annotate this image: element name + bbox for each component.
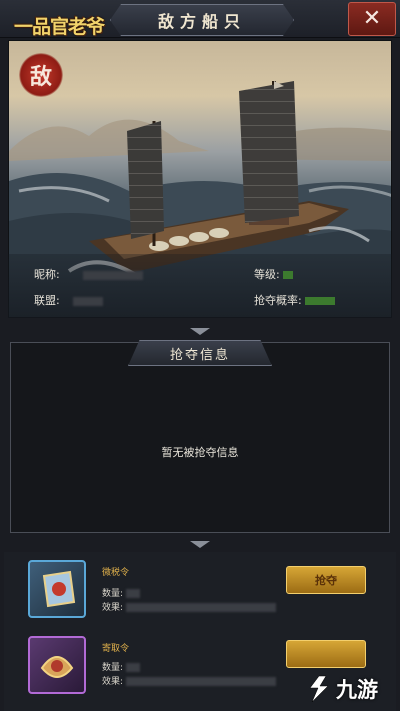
item-effect-label: 效果: [102,677,124,687]
plunder-rate-label: 抢夺概率: [254,294,302,307]
close-button[interactable]: ✕ [348,2,396,36]
close-icon: ✕ [362,6,382,31]
game-logo: 一品官老爷 [4,4,116,44]
seize-order-item-icon [28,636,86,694]
item-quantity-value-blurred [125,663,140,672]
plunder-rate-value-blurred [305,297,336,305]
tax-order-item-icon [28,560,86,618]
alliance-row: 联盟: [34,292,104,308]
item-effect-row: 效果: [102,600,276,613]
plunder-button[interactable]: 抢夺 [286,566,366,594]
item-effect-value-blurred [125,603,276,612]
enemy-badge: 敌 [19,53,63,97]
item-name: 微税令 [102,568,130,578]
watermark: 九游 [306,670,398,708]
plunder-info-title-plate: 抢夺信息 [128,340,272,366]
nickname-row: 昵称: [34,266,144,282]
nickname-value-blurred [83,270,144,280]
plunder-empty-message: 暂无被抢夺信息 [161,446,239,459]
nickname-label: 昵称: [34,268,60,281]
plunder-info-panel [10,342,390,533]
item-quantity-value-blurred [125,589,140,598]
item-quantity-label: 数量: [102,589,124,599]
enemy-badge-text: 敌 [29,64,52,90]
window-title: 敌方船只 [157,12,246,31]
item-effect-value-blurred [125,677,276,686]
watermark-text: 九游 [336,678,378,702]
plunder-rate-row: 抢夺概率: [254,292,336,308]
item-name: 寄取令 [102,644,130,654]
item-quantity-row: 数量: [102,660,140,673]
item-effect-label: 效果: [102,603,124,613]
alliance-label: 联盟: [34,294,60,307]
level-label: 等级: [254,268,280,281]
section-divider-chevron-icon [190,541,210,548]
ship-info-panel: 昵称: 联盟: 等级: 抢夺概率: [8,254,392,318]
item-effect-row: 效果: [102,674,276,687]
plunder-button-label: 抢夺 [315,574,337,587]
alliance-value-blurred [73,296,104,306]
item-quantity-row: 数量: [102,586,140,599]
logo-text: 一品官老爷 [14,16,105,38]
plunder-info-title: 抢夺信息 [169,347,230,363]
level-value-blurred [283,271,294,279]
section-divider-chevron-icon [190,328,210,335]
item-quantity-label: 数量: [102,663,124,673]
level-row: 等级: [254,266,294,282]
seize-button[interactable] [286,640,366,668]
window-title-plate: 敌方船只 [110,4,294,36]
nine-game-logo-icon [309,675,329,703]
